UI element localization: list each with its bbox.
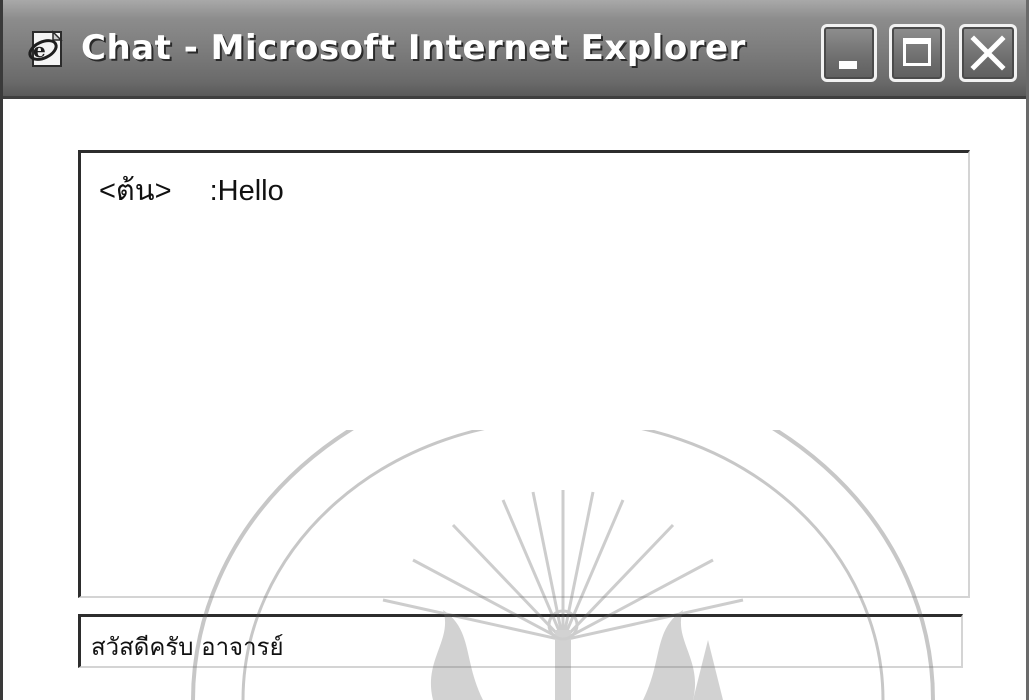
chat-log[interactable]: <ต้น> :Hello	[78, 150, 970, 598]
maximize-icon	[903, 38, 931, 66]
title-bar[interactable]: e Chat - Microsoft Internet Explorer	[3, 0, 1026, 99]
maximize-button[interactable]	[889, 24, 945, 82]
ie-page-icon: e	[28, 30, 63, 67]
minimize-button[interactable]	[821, 24, 877, 82]
chat-message: <ต้น> :Hello	[99, 167, 284, 213]
browser-window: e Chat - Microsoft Internet Explorer <ต้…	[0, 0, 1029, 700]
window-title: Chat - Microsoft Internet Explorer	[81, 28, 746, 68]
message-text: :Hello	[209, 175, 284, 207]
message-username: <ต้น>	[99, 175, 172, 207]
close-button[interactable]	[959, 24, 1017, 82]
message-input[interactable]	[78, 614, 963, 668]
svg-text:e: e	[33, 38, 46, 62]
minimize-icon	[839, 61, 857, 69]
close-icon	[970, 35, 1006, 71]
